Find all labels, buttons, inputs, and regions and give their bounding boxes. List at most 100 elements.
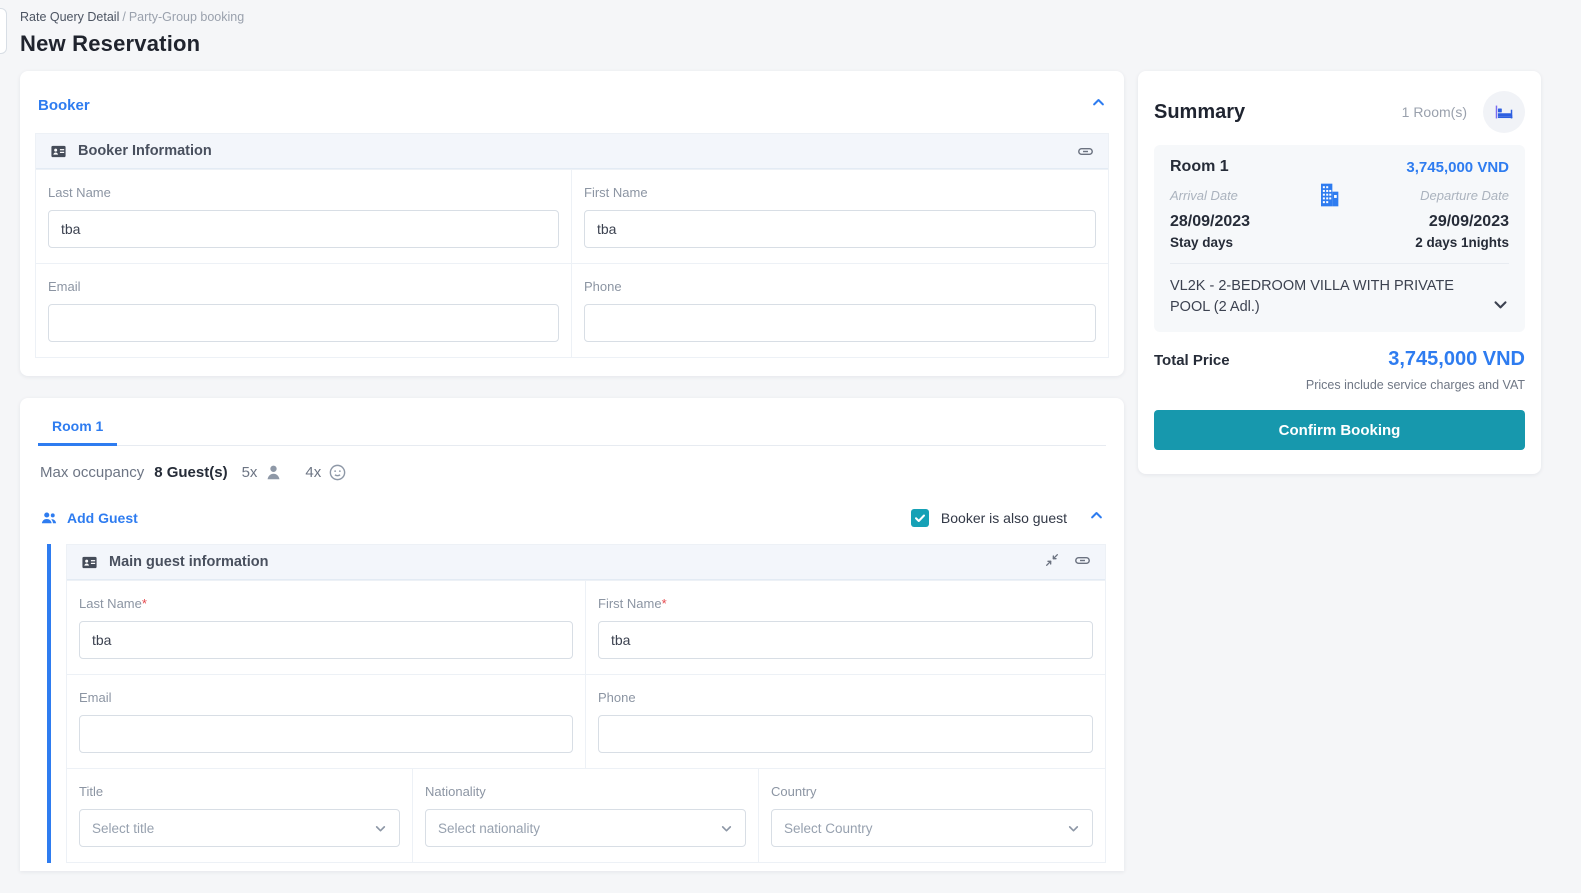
departure-date-value: 29/09/2023 xyxy=(1428,213,1509,230)
guest-first-name-cell: First Name* xyxy=(586,580,1105,674)
booker-email-input[interactable] xyxy=(48,304,559,342)
check-icon xyxy=(914,514,925,522)
booker-first-name-input[interactable] xyxy=(584,210,1096,248)
merge-icon xyxy=(1046,554,1058,566)
guest-toolbar: Add Guest Booker is also guest xyxy=(38,488,1106,544)
guest-phone-input[interactable] xyxy=(598,715,1093,753)
summary-title: Summary xyxy=(1154,100,1246,123)
add-guest-label: Add Guest xyxy=(67,510,138,526)
room-type-row: VL2K - 2-BEDROOM VILLA WITH PRIVATE POOL… xyxy=(1170,263,1509,332)
chevron-up-icon xyxy=(1091,512,1102,519)
guest-email-label: Email xyxy=(79,690,112,705)
guest-nationality-cell: Nationality Select nationality xyxy=(413,768,759,862)
booker-phone-label: Phone xyxy=(584,279,622,294)
booker-collapse-button[interactable] xyxy=(1091,95,1106,115)
breadcrumb-party-group-booking: Party-Group booking xyxy=(128,10,245,24)
guest-nationality-label: Nationality xyxy=(425,784,486,799)
arrival-date-label: Arrival Date xyxy=(1170,187,1238,203)
building-icon xyxy=(1321,183,1339,207)
max-occupancy-label: Max occupancy xyxy=(40,464,145,481)
max-occupancy-value: 8 Guest(s) xyxy=(154,464,228,481)
total-price-label: Total Price xyxy=(1154,352,1230,370)
total-price-value: 3,745,000 VND xyxy=(1388,348,1525,371)
id-card-icon xyxy=(51,145,66,157)
tab-room-1[interactable]: Room 1 xyxy=(38,414,118,446)
summary-panel: Summary 1 Room(s) Room 1 3,745,000 VND A… xyxy=(1138,71,1541,475)
booker-information-card: Booker Information Last Name First Name xyxy=(35,133,1109,358)
chevron-down-icon xyxy=(1068,825,1079,831)
booker-first-name-label: First Name xyxy=(584,185,648,200)
booker-section: Booker Booker Information Last Name tba … xyxy=(20,71,1124,376)
vat-note: Prices include service charges and VAT xyxy=(1305,378,1525,393)
breadcrumb-separator: / xyxy=(122,10,126,24)
guest-title-cell: Title Select title xyxy=(67,768,413,862)
guest-country-cell: Country Select Country xyxy=(759,768,1105,862)
bed-icon xyxy=(1495,105,1513,119)
chevron-down-icon xyxy=(1494,301,1507,309)
chevron-down-icon xyxy=(721,825,732,831)
rooms-count: 1 Room(s) xyxy=(1401,104,1467,120)
main-guest-card: Main guest information Last Name* tba Fi… xyxy=(47,544,1106,863)
guest-nationality-select[interactable]: Select nationality xyxy=(425,809,746,847)
chevron-down-icon xyxy=(375,825,386,831)
breadcrumb: Rate Query Detail / Party-Group booking xyxy=(20,10,1541,24)
departure-date-label: Departure Date xyxy=(1420,187,1509,203)
guest-country-select[interactable]: Select Country xyxy=(771,809,1093,847)
link-icon xyxy=(1078,147,1093,155)
guest-last-name-label: Last Name* xyxy=(79,596,147,611)
booker-phone-input[interactable] xyxy=(584,304,1096,342)
booker-section-title: Booker xyxy=(38,96,90,114)
id-card-icon xyxy=(82,556,97,568)
guest-first-name-label: First Name* xyxy=(598,596,667,611)
booker-last-name-cell: Last Name xyxy=(36,169,572,263)
guest-first-name-input[interactable] xyxy=(598,621,1093,659)
booker-email-cell: Email xyxy=(36,263,572,357)
guest-last-name-cell: Last Name* xyxy=(67,580,586,674)
required-asterisk: * xyxy=(661,596,667,611)
booker-is-guest-label: Booker is also guest xyxy=(940,510,1067,526)
children-multiplier: 4x xyxy=(305,464,322,481)
confirm-booking-button[interactable]: Confirm Booking xyxy=(1154,410,1525,451)
guest-merge-button[interactable] xyxy=(1044,552,1060,572)
guest-last-name-input[interactable] xyxy=(79,621,573,659)
room-tabs: Room 1 xyxy=(38,414,1106,446)
breadcrumb-rate-query-detail[interactable]: Rate Query Detail xyxy=(20,10,119,24)
guest-link-button[interactable] xyxy=(1074,552,1091,573)
booker-last-name-label: Last Name xyxy=(48,185,111,200)
child-icon xyxy=(329,464,346,481)
max-occupancy-row: Max occupancy 8 Guest(s) 5x 4x xyxy=(38,446,1106,488)
adult-icon xyxy=(267,465,280,480)
arrival-date-value: 28/09/2023 xyxy=(1170,213,1251,230)
room-summary-card: Room 1 3,745,000 VND Arrival Date Depart… xyxy=(1154,145,1525,333)
collapsed-side-handle[interactable] xyxy=(0,8,7,54)
booker-phone-cell: Phone xyxy=(572,263,1108,357)
stay-days-value: 2 days 1nights xyxy=(1415,235,1509,250)
guest-title-label: Title xyxy=(79,784,104,799)
main-guest-card-title: Main guest information xyxy=(109,554,269,570)
guest-email-cell: Email xyxy=(67,674,586,768)
guest-title-select[interactable]: Select title xyxy=(79,809,400,847)
guest-email-input[interactable] xyxy=(79,715,573,753)
room-type-name: VL2K - 2-BEDROOM VILLA WITH PRIVATE POOL… xyxy=(1170,278,1454,316)
booker-last-name-input[interactable] xyxy=(48,210,559,248)
adults-multiplier: 5x xyxy=(241,464,258,481)
required-asterisk: * xyxy=(141,596,147,611)
booker-is-guest-checkbox[interactable] xyxy=(910,509,929,527)
summary-room-name: Room 1 xyxy=(1170,158,1229,175)
chevron-up-icon xyxy=(1093,99,1104,106)
summary-room-price: 3,745,000 VND xyxy=(1406,158,1509,176)
booker-link-button[interactable] xyxy=(1077,143,1094,160)
add-guest-button[interactable]: Add Guest xyxy=(40,509,138,527)
new-reservation-page: Rate Query Detail / Party-Group booking Ne… xyxy=(0,0,1581,871)
room-section: Room 1 Max occupancy 8 Guest(s) 5x 4x Ad… xyxy=(20,398,1124,871)
guest-phone-cell: Phone xyxy=(586,674,1105,768)
page-title: New Reservation xyxy=(20,31,201,56)
add-guest-people-icon xyxy=(41,512,57,524)
guest-phone-label: Phone xyxy=(598,690,636,705)
guest-collapse-button[interactable] xyxy=(1089,508,1104,528)
room-type-expand-button[interactable] xyxy=(1492,296,1509,318)
rooms-icon-badge xyxy=(1483,91,1525,133)
booker-first-name-cell: First Name xyxy=(572,169,1108,263)
link-icon xyxy=(1075,556,1090,564)
booker-card-title: Booker Information xyxy=(78,143,212,159)
